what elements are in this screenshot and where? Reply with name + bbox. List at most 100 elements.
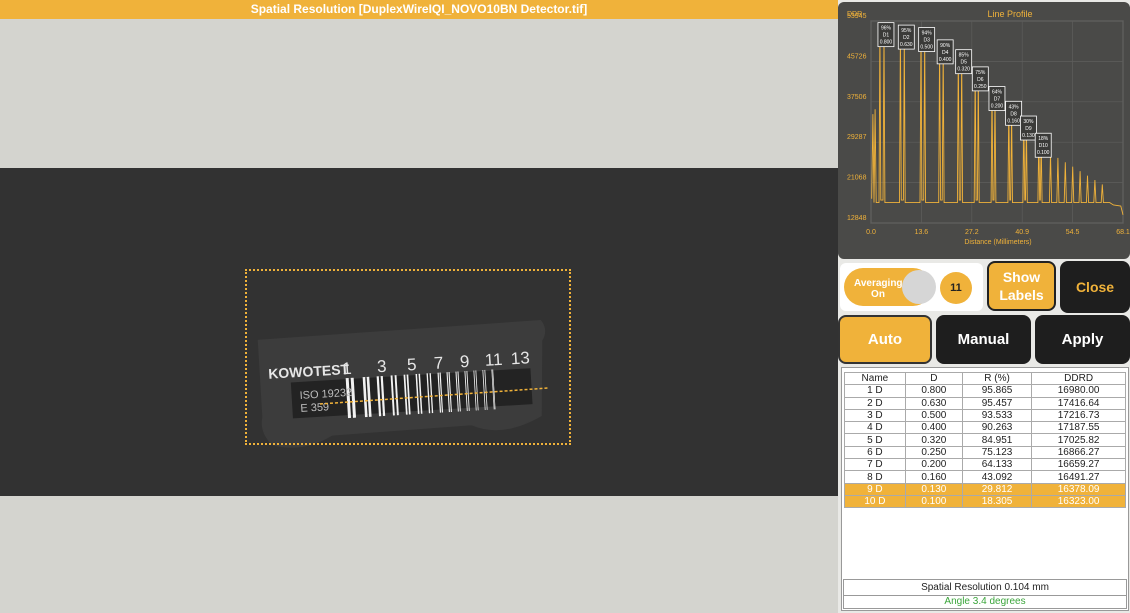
x-tick-label: 27.2 bbox=[965, 229, 979, 236]
wire-label-text: D9 bbox=[1025, 126, 1032, 132]
angle-text: Angle 3.4 degrees bbox=[843, 595, 1127, 609]
table-cell: 4 D bbox=[844, 421, 906, 435]
table-cell: 0.200 bbox=[904, 458, 963, 472]
table-row[interactable]: 9 D 0.130 29.812 16378.09 bbox=[844, 482, 1126, 496]
wire-label-text: 0.630 bbox=[900, 42, 913, 48]
line-profile-chart: 0.0 13.6 27.2 40.9 54.5 68.1 12848 21068 29287 37… bbox=[838, 2, 1130, 259]
table-cell: 17416.64 bbox=[1031, 396, 1126, 410]
y-tick-label: 37506 bbox=[847, 94, 867, 101]
wire-label-text: 64% bbox=[992, 90, 1003, 96]
table-cell: 0.400 bbox=[904, 421, 963, 435]
show-labels-button[interactable]: Show Labels bbox=[987, 261, 1056, 311]
wire-label-text: D7 bbox=[994, 97, 1001, 103]
wire-label-text: 0.800 bbox=[880, 40, 893, 46]
table-row[interactable]: 6 D 0.250 75.123 16866.27 bbox=[844, 445, 1126, 460]
wire-label-text: D3 bbox=[923, 38, 930, 44]
results-panel: Name D R (%) DDRD 1 D 0.800 95.865 16980.00… bbox=[841, 367, 1129, 611]
wire-label-text: 75% bbox=[975, 70, 986, 76]
table-cell: 5 D bbox=[844, 433, 906, 447]
wire-label-text: 0.400 bbox=[939, 57, 952, 63]
toggle-knob[interactable] bbox=[902, 270, 936, 304]
x-tick-label: 68.1 bbox=[1116, 229, 1130, 236]
table-cell: 0.800 bbox=[904, 384, 963, 398]
table-row[interactable]: 2 D 0.630 95.457 17416.64 bbox=[844, 396, 1126, 410]
table-cell: 16378.09 bbox=[1031, 482, 1126, 496]
averaging-toggle-panel: Averaging On 11 bbox=[840, 263, 983, 311]
wire-label-text: 0.250 bbox=[974, 84, 987, 90]
wire-label-text: 30% bbox=[1023, 119, 1034, 125]
spatial-resolution-text: Spatial Resolution 0.104 mm bbox=[843, 579, 1127, 595]
table-cell: 0.100 bbox=[904, 494, 963, 509]
wire-label-text: 95% bbox=[901, 28, 912, 34]
table-row[interactable]: 1 D 0.800 95.865 16980.00 bbox=[844, 384, 1126, 398]
table-cell: 18.305 bbox=[961, 494, 1033, 509]
wire-label-text: D4 bbox=[942, 50, 949, 56]
table-cell: 3 D bbox=[844, 408, 906, 423]
table-row[interactable]: 5 D 0.320 84.951 17025.82 bbox=[844, 433, 1126, 447]
wire-label-text: 0.130 bbox=[1022, 133, 1035, 139]
table-cell: 10 D bbox=[844, 494, 906, 509]
x-tick-label: 40.9 bbox=[1015, 229, 1029, 236]
table-cell: 0.630 bbox=[904, 396, 963, 410]
table-row[interactable]: 3 D 0.500 93.533 17216.73 bbox=[844, 408, 1126, 423]
wire-label-text: 18% bbox=[1038, 136, 1049, 142]
table-cell: 17025.82 bbox=[1031, 433, 1126, 447]
table-cell: 8 D bbox=[844, 470, 906, 484]
wire-label-text: D8 bbox=[1010, 111, 1017, 117]
header-name: Name bbox=[844, 371, 906, 386]
table-cell: 0.500 bbox=[904, 408, 963, 423]
wire-label-text: 90% bbox=[940, 43, 951, 49]
x-tick-label: 0.0 bbox=[866, 229, 876, 236]
x-axis-label: Distance (Millimeters) bbox=[964, 239, 1031, 246]
auto-button[interactable]: Auto bbox=[838, 315, 932, 364]
show-labels-line1: Show bbox=[1002, 269, 1041, 285]
apply-button[interactable]: Apply bbox=[1035, 315, 1130, 364]
roi-selection[interactable] bbox=[245, 269, 571, 445]
table-cell: 16866.27 bbox=[1031, 445, 1126, 460]
manual-button[interactable]: Manual bbox=[936, 315, 1031, 364]
x-tick-label: 13.6 bbox=[915, 229, 929, 236]
table-cell: 7 D bbox=[844, 458, 906, 472]
averaging-count[interactable]: 11 bbox=[940, 272, 972, 304]
header-r: R (%) bbox=[961, 371, 1033, 386]
table-row[interactable]: 8 D 0.160 43.092 16491.27 bbox=[844, 470, 1126, 484]
line-profile-svg: 0.0 13.6 27.2 40.9 54.5 68.1 12848 21068 29287 37… bbox=[847, 9, 1130, 246]
averaging-label-line2: On bbox=[871, 289, 885, 300]
table-cell: 16980.00 bbox=[1031, 384, 1126, 398]
table-cell: 16491.27 bbox=[1031, 470, 1126, 484]
show-labels-line2: Labels bbox=[999, 287, 1044, 303]
table-row[interactable]: 10 D 0.100 18.305 16323.00 bbox=[844, 494, 1126, 509]
wire-label-text: 0.100 bbox=[1037, 150, 1050, 156]
image-viewport[interactable]: KOWOTEST 1 3 5 7 9 11 13 ISO 19232 E 359 bbox=[0, 19, 838, 613]
table-cell: 29.812 bbox=[961, 482, 1033, 496]
wire-label-text: 0.200 bbox=[991, 104, 1004, 110]
x-tick-label: 54.5 bbox=[1066, 229, 1080, 236]
wire-label-text: D2 bbox=[903, 35, 910, 41]
wire-label-text: 43% bbox=[1009, 104, 1020, 110]
table-cell: 0.320 bbox=[904, 433, 963, 447]
window-title: Spatial Resolution [DuplexWireIQI_NOVO10… bbox=[0, 0, 838, 19]
table-row[interactable]: 7 D 0.200 64.133 16659.27 bbox=[844, 458, 1126, 472]
wire-label-text: D6 bbox=[977, 77, 984, 83]
wire-label-text: D10 bbox=[1039, 143, 1048, 149]
table-cell: 0.250 bbox=[904, 445, 963, 460]
wire-label-text: D5 bbox=[960, 60, 967, 66]
wire-label-text: 0.500 bbox=[920, 45, 933, 51]
y-axis-label: DDR bbox=[847, 11, 862, 18]
y-tick-label: 45726 bbox=[847, 53, 867, 60]
wire-label-text: 94% bbox=[922, 31, 933, 37]
table-cell: 16323.00 bbox=[1031, 494, 1126, 509]
averaging-toggle[interactable]: Averaging On bbox=[844, 268, 936, 306]
close-button[interactable]: Close bbox=[1060, 261, 1130, 313]
table-cell: 64.133 bbox=[961, 458, 1033, 472]
table-row[interactable]: 4 D 0.400 90.263 17187.55 bbox=[844, 421, 1126, 435]
wire-label-text: 96% bbox=[881, 26, 892, 32]
header-ddrd: DDRD bbox=[1031, 371, 1126, 386]
table-cell: 95.865 bbox=[961, 384, 1033, 398]
table-cell: 17187.55 bbox=[1031, 421, 1126, 435]
table-cell: 17216.73 bbox=[1031, 408, 1126, 423]
plot-area bbox=[870, 20, 1124, 224]
table-cell: 9 D bbox=[844, 482, 906, 496]
right-panel: 0.0 13.6 27.2 40.9 54.5 68.1 12848 21068 29287 37… bbox=[838, 0, 1130, 613]
results-table: Name D R (%) DDRD 1 D 0.800 95.865 16980.00… bbox=[844, 371, 1126, 509]
